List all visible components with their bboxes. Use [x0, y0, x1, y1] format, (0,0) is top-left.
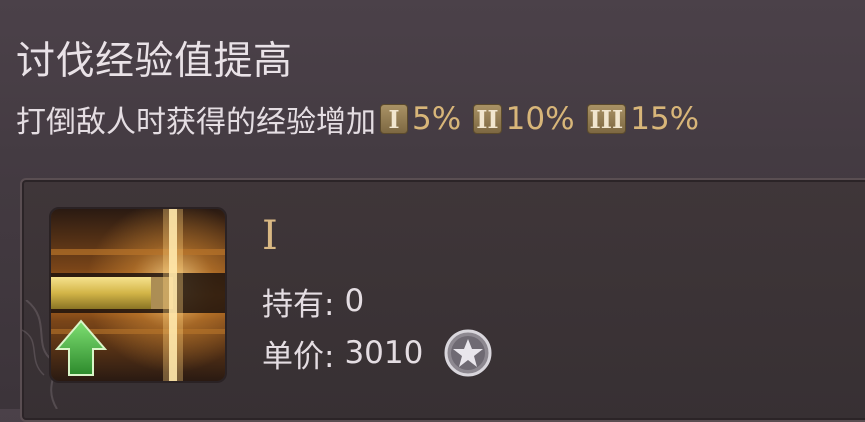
tier-1-badge: I: [380, 104, 408, 134]
owned-value: 0: [344, 283, 365, 319]
tier-3-badge: III: [586, 104, 627, 134]
skill-description-row: 打倒敌人时获得的经验增加 I 5% II 10% III 15%: [16, 96, 699, 142]
owned-label: 持有:: [262, 286, 335, 323]
exp-boost-icon[interactable]: [49, 207, 227, 383]
tier-3-value: 15%: [630, 101, 700, 137]
star-coin-icon: [444, 329, 492, 377]
price-row: 单价: 3010: [262, 329, 493, 377]
owned-row: 持有: 0: [262, 278, 364, 324]
tier-1: I 5%: [380, 101, 461, 137]
tier-2-value: 10%: [505, 101, 575, 137]
price-value: 3010: [344, 335, 424, 371]
price-label: 单价:: [262, 338, 335, 375]
tier-1-value: 5%: [412, 101, 462, 137]
skill-description: 打倒敌人时获得的经验增加: [16, 105, 376, 140]
tier-2-badge: II: [473, 104, 502, 134]
skill-title: 讨伐经验值提高: [16, 39, 293, 84]
tier-2: II 10%: [473, 101, 575, 137]
item-tier-name: I: [262, 213, 278, 259]
tier-3: III 15%: [586, 101, 700, 137]
